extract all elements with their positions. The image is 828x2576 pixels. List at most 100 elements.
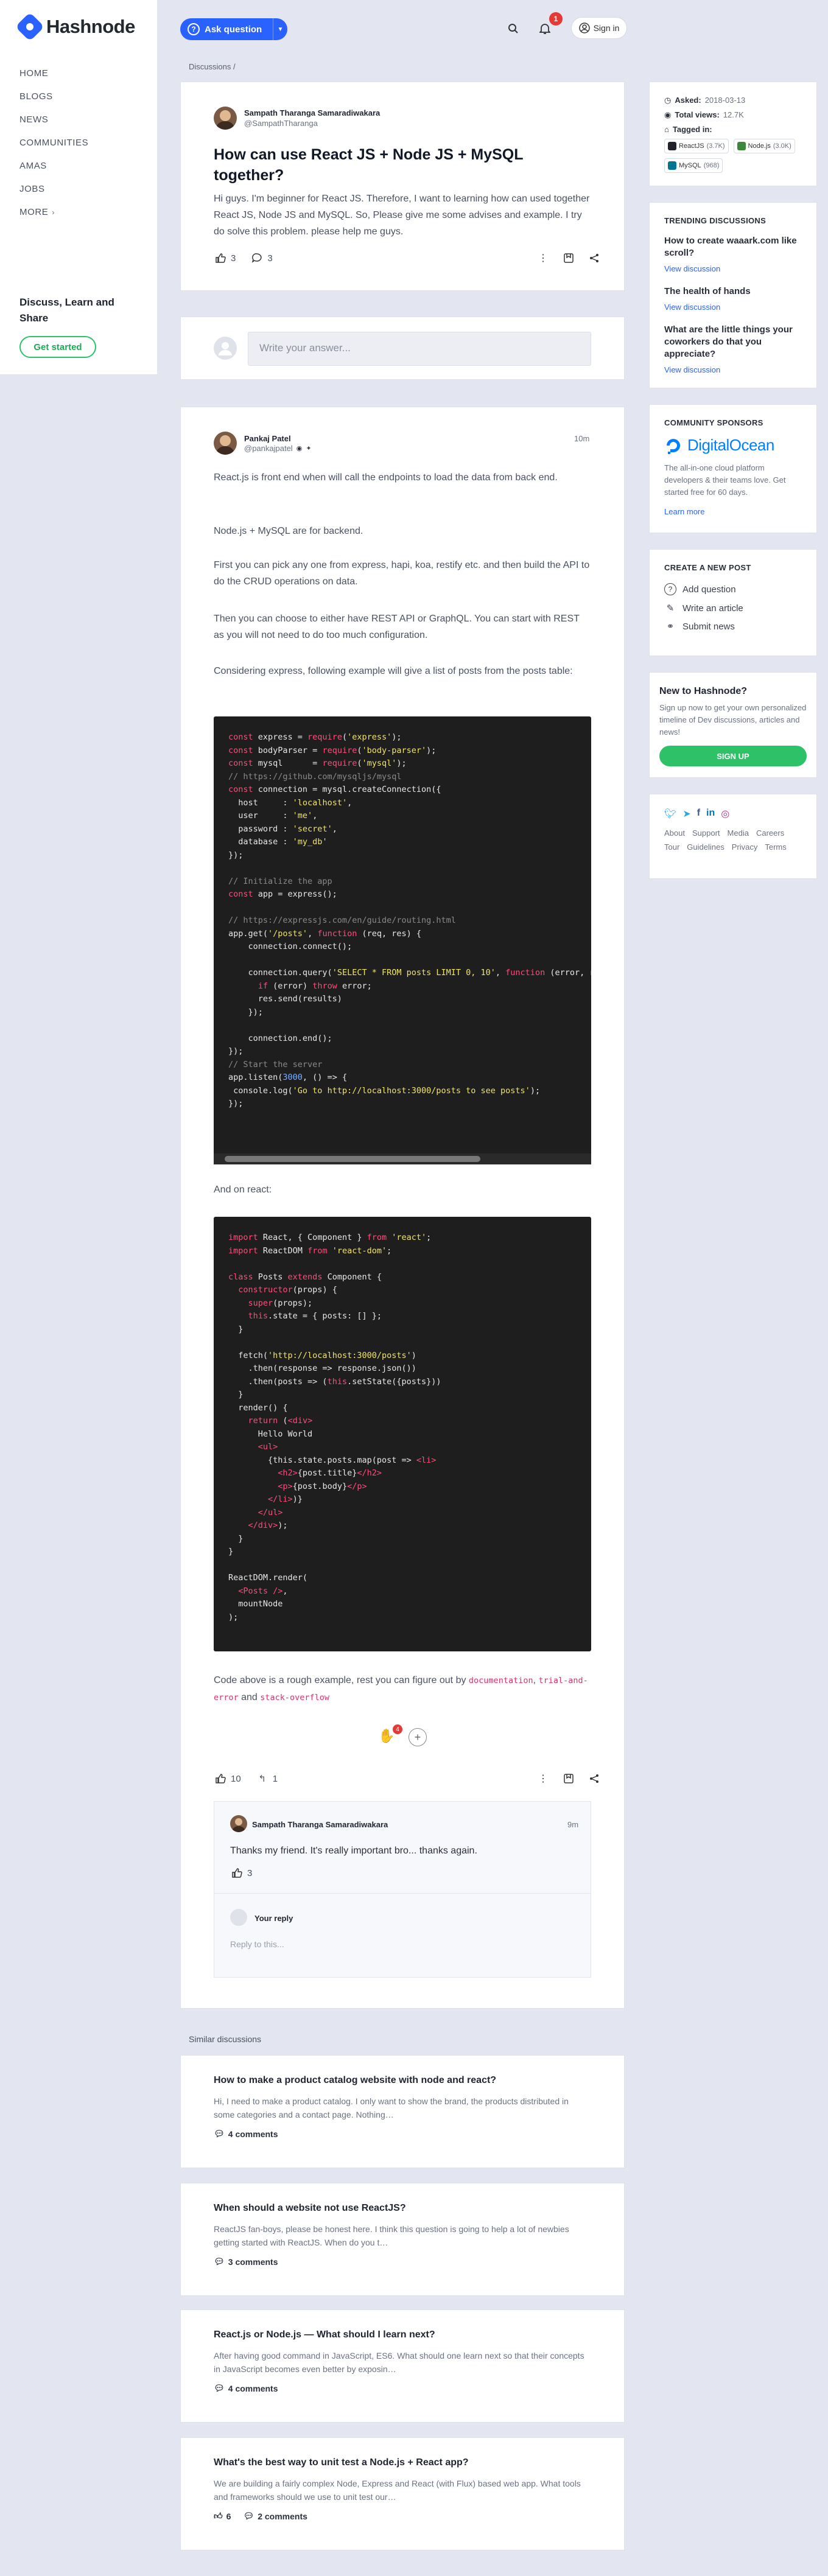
similar-title[interactable]: How to make a product catalog website wi… [214, 2074, 591, 2087]
similar-title[interactable]: React.js or Node.js — What should I lear… [214, 2328, 591, 2342]
trending-title[interactable]: How to create waaark.com like scroll? [664, 235, 802, 259]
add-question-item[interactable]: ? Add question [664, 583, 802, 595]
thumbs-up-icon[interactable] [214, 1772, 227, 1785]
footer-tour[interactable]: Tour [664, 842, 679, 852]
github-icon[interactable]: ◉ [296, 444, 303, 452]
similar-title[interactable]: When should a website not use ReactJS? [214, 2202, 591, 2215]
similar-discussion-card[interactable]: What's the best way to unit test a Node.… [180, 2437, 625, 2550]
footer-about[interactable]: About [664, 828, 685, 838]
similar-title[interactable]: What's the best way to unit test a Node.… [214, 2456, 591, 2469]
answer-input[interactable]: Write your answer... [248, 332, 591, 366]
new-to-hashnode-card: New to Hashnode? Sign up now to get your… [649, 672, 817, 778]
avatar[interactable] [214, 107, 237, 130]
hashnode-logo[interactable]: Hashnode [15, 12, 135, 42]
question-author-handle[interactable]: @SampathTharanga [244, 119, 318, 128]
telegram-icon[interactable]: ➤ [682, 808, 690, 820]
similar-discussion-card[interactable]: When should a website not use ReactJS? R… [180, 2183, 625, 2296]
footer-terms[interactable]: Terms [765, 842, 786, 852]
answer-author-name[interactable]: Pankaj Patel [244, 434, 291, 443]
nav-news[interactable]: NEWS [19, 112, 141, 135]
twitter-icon[interactable]: 🐦︎ [664, 808, 676, 820]
reply-author-name[interactable]: Sampath Tharanga Samaradiwakara [252, 1820, 388, 1829]
nav-jobs[interactable]: JOBS [19, 181, 141, 205]
footer-careers[interactable]: Careers [756, 828, 784, 838]
tag-nodejs[interactable]: Node.js (3.0K) [733, 139, 795, 153]
avatar[interactable] [230, 1815, 247, 1832]
reply-likes-count: 3 [247, 1867, 253, 1878]
search-icon[interactable] [504, 19, 522, 38]
sign-up-button[interactable]: SIGN UP [659, 746, 807, 766]
ask-question-button[interactable]: ? Ask question ▼ [180, 18, 287, 40]
bookmark-icon[interactable] [562, 1772, 575, 1785]
thumbs-up-icon[interactable] [214, 251, 227, 265]
documentation-link[interactable]: documentation [469, 1676, 533, 1685]
footer-guidelines[interactable]: Guidelines [687, 842, 724, 852]
chevron-right-icon: › [52, 208, 55, 217]
footer-privacy[interactable]: Privacy [732, 842, 758, 852]
footer-media[interactable]: Media [728, 828, 749, 838]
more-options-icon[interactable]: ⋮ [536, 1772, 550, 1785]
trending-title[interactable]: What are the little things your coworker… [664, 324, 802, 360]
facebook-icon[interactable]: f [697, 808, 700, 820]
sign-in-button[interactable]: Sign in [571, 17, 627, 39]
trending-card: TRENDING DISCUSSIONS How to create waaar… [649, 202, 817, 388]
answer-paragraph: Node.js + MySQL are for backend. [214, 526, 363, 536]
similar-heading: Similar discussions [189, 2034, 262, 2044]
code-scrollbar-thumb[interactable] [225, 1156, 480, 1162]
share-icon[interactable] [588, 1772, 601, 1785]
user-placeholder-icon [230, 1909, 247, 1926]
view-discussion-link[interactable]: View discussion [664, 365, 802, 374]
comment-icon[interactable] [250, 251, 264, 265]
avatar[interactable] [214, 432, 237, 455]
nav-blogs[interactable]: BLOGS [19, 89, 141, 112]
sponsor-heading: COMMUNITY SPONSORS [664, 418, 763, 427]
nav-home[interactable]: HOME [19, 66, 141, 89]
view-discussion-link[interactable]: View discussion [664, 303, 802, 312]
sponsor-logo[interactable]: DigitalOcean [664, 436, 802, 455]
reply-input[interactable]: Reply to this... [230, 1939, 284, 1949]
linkedin-icon[interactable]: in [706, 808, 715, 820]
view-discussion-link[interactable]: View discussion [664, 264, 802, 273]
breadcrumb-discussions[interactable]: Discussions [189, 62, 231, 71]
create-heading: CREATE A NEW POST [664, 563, 751, 572]
submit-news-item[interactable]: ⚭ Submit news [664, 621, 802, 632]
answer-paragraph: Then you can choose to either have REST … [214, 614, 580, 640]
question-actions: 3 3 [214, 251, 273, 265]
footer-support[interactable]: Support [692, 828, 720, 838]
add-reaction-icon[interactable]: + [409, 1728, 427, 1746]
user-placeholder-icon [214, 337, 237, 360]
thumbs-up-icon[interactable] [230, 1866, 244, 1880]
reaction-clap[interactable]: ✋ 4 [378, 1724, 402, 1746]
nav-amas[interactable]: AMAS [19, 158, 141, 181]
write-article-item[interactable]: ✎ Write an article [664, 603, 802, 614]
share-icon[interactable] [588, 251, 601, 265]
instagram-icon[interactable]: ◎ [721, 808, 729, 820]
question-author-name[interactable]: Sampath Tharanga Samaradiwakara [244, 108, 380, 117]
reply-icon[interactable]: ↰ [256, 1772, 269, 1785]
nav-communities[interactable]: COMMUNITIES [19, 135, 141, 158]
tag-reactjs[interactable]: ReactJS (3.7K) [664, 139, 729, 153]
reply-body: Thanks my friend. It's really important … [230, 1846, 477, 1856]
similar-meta: 💬︎ 3 comments [214, 2256, 591, 2267]
hashnode-logo-icon [15, 12, 45, 42]
tag-mysql[interactable]: MySQL (968) [664, 158, 723, 173]
bookmark-icon[interactable] [562, 251, 575, 265]
similar-discussion-card[interactable]: React.js or Node.js — What should I lear… [180, 2309, 625, 2423]
learn-more-link[interactable]: Learn more [664, 507, 802, 516]
more-options-icon[interactable]: ⋮ [536, 251, 550, 265]
code-scrollbar[interactable] [214, 1153, 591, 1164]
breadcrumb: Discussions / [189, 62, 236, 71]
reply-time: 9m [567, 1820, 579, 1829]
chevron-down-icon[interactable]: ▼ [273, 18, 287, 40]
nav-more[interactable]: MORE › [19, 205, 141, 228]
twitter-icon[interactable]: ✦ [306, 444, 311, 452]
similar-discussion-card[interactable]: How to make a product catalog website wi… [180, 2055, 625, 2168]
answer-author-handle[interactable]: @pankajpatel [244, 444, 293, 453]
answer-card: Pankaj Patel @pankajpatel ◉ ✦ 10m React.… [180, 407, 625, 2009]
stack-overflow-link[interactable]: stack-overflow [260, 1693, 329, 1703]
answer-paragraph: Considering express, following example w… [214, 666, 573, 676]
get-started-button[interactable]: Get started [19, 336, 96, 358]
similar-meta: 💬︎ 4 comments [214, 2383, 591, 2393]
thumbs-up-icon: 👍︎ [214, 2511, 223, 2521]
trending-title[interactable]: The health of hands [664, 285, 802, 298]
